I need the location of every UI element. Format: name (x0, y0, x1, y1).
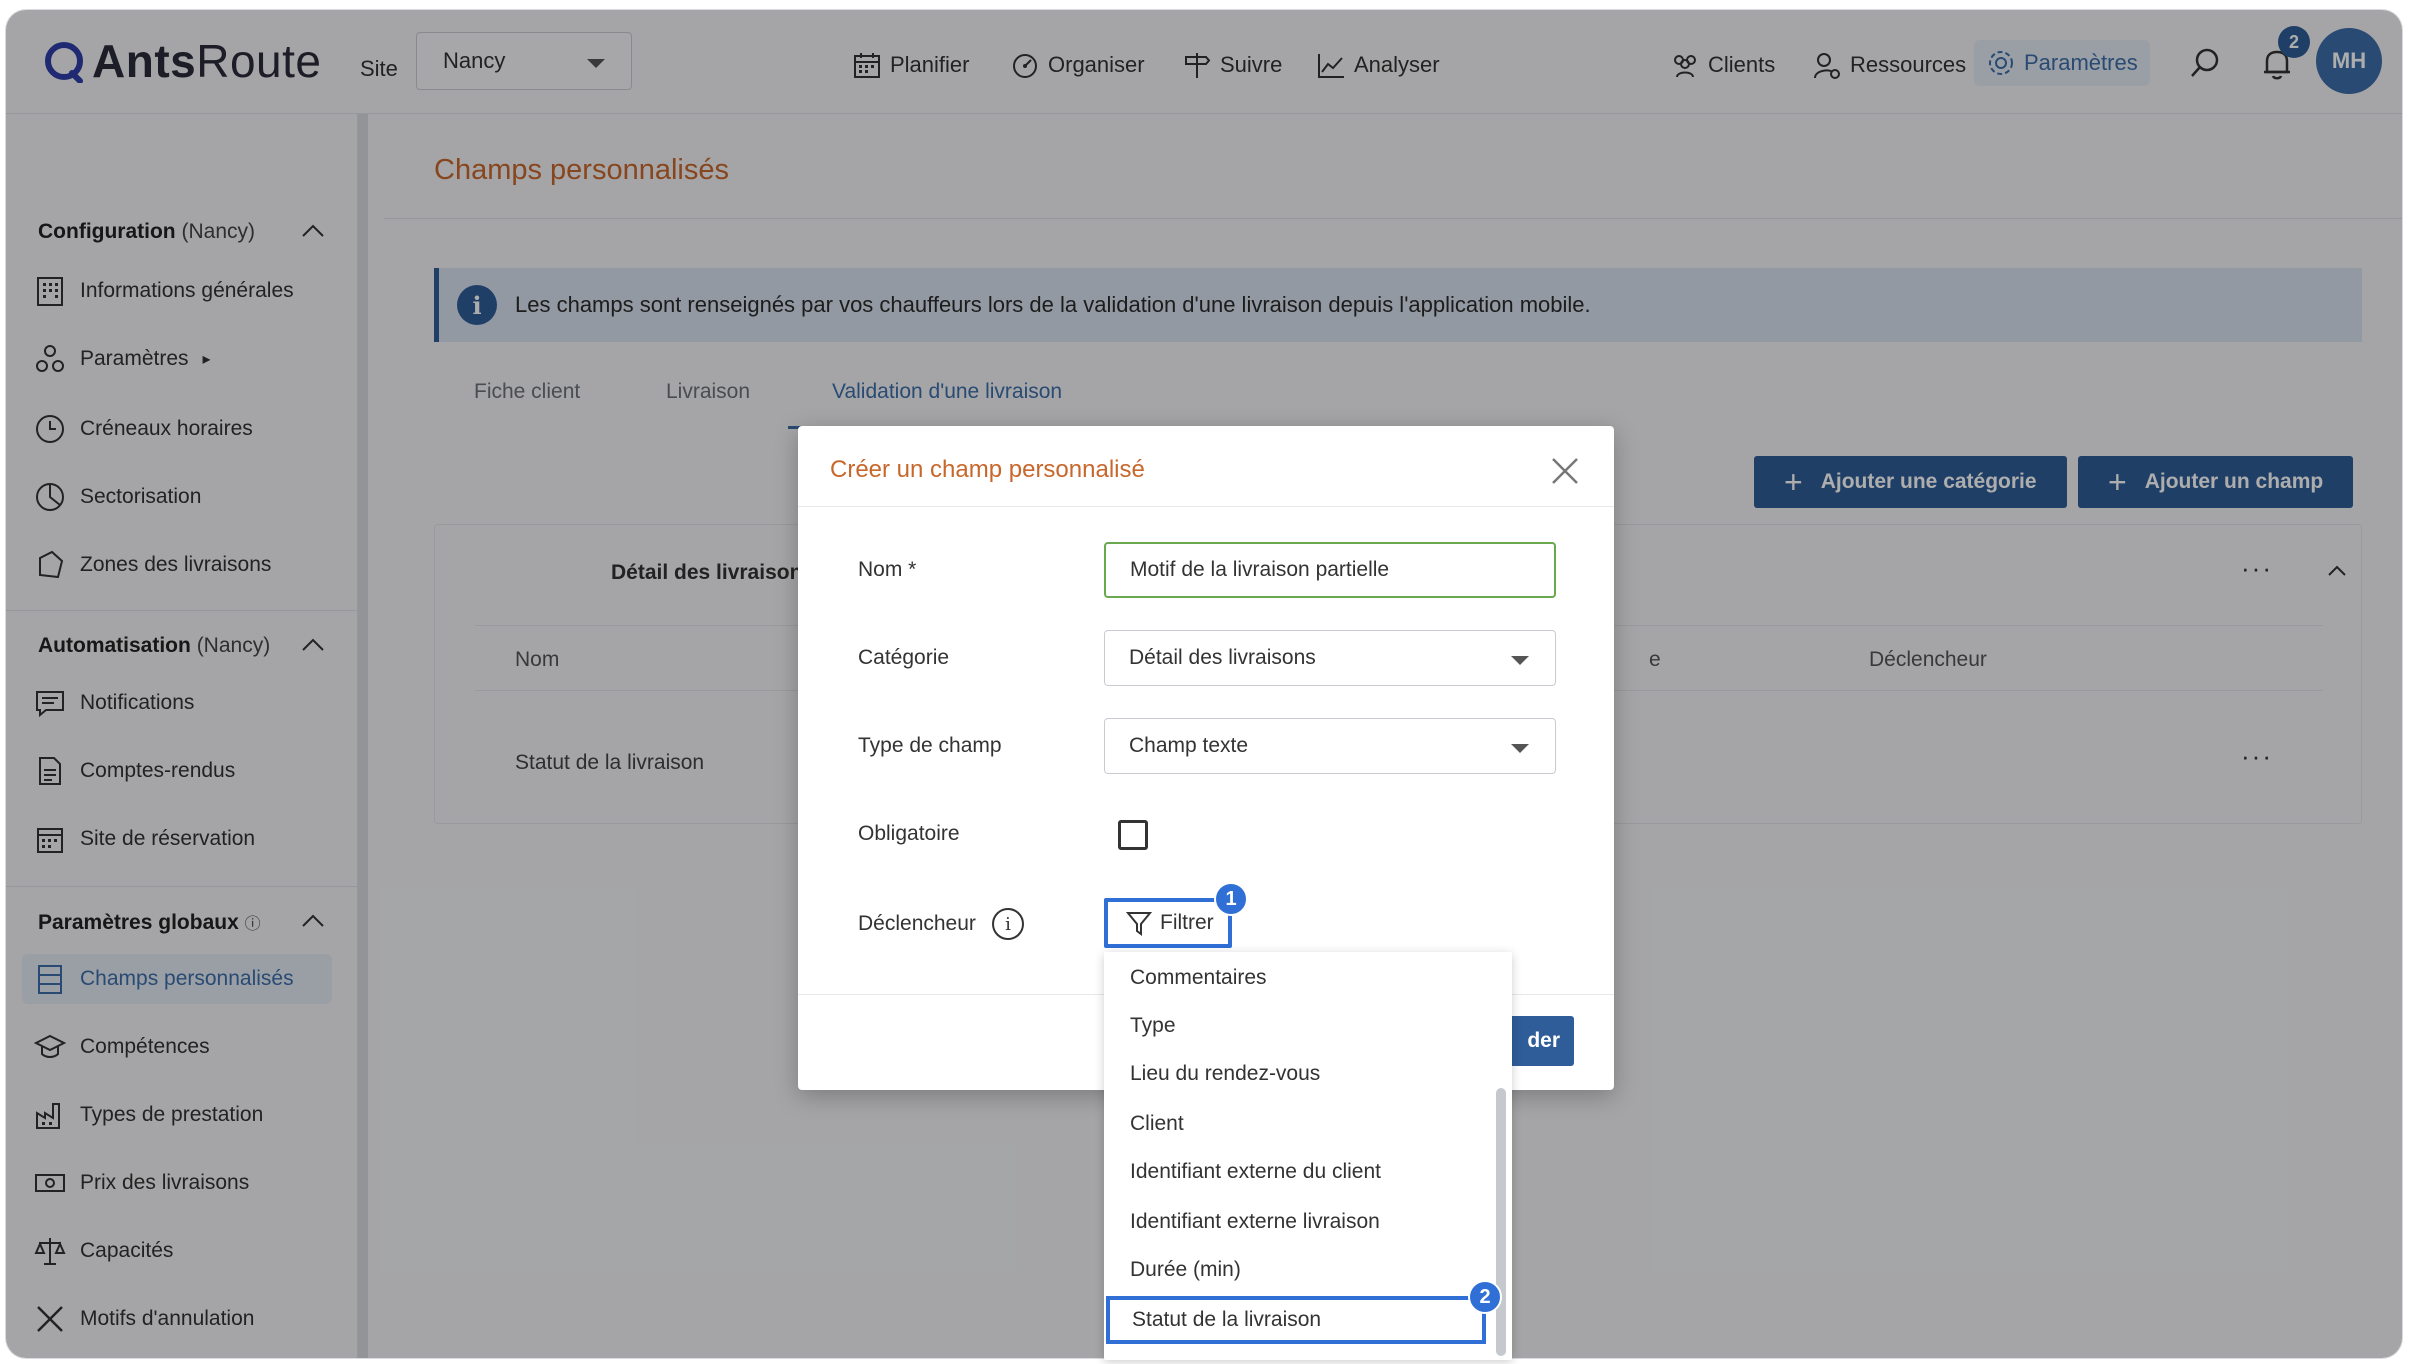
step-badge-2: 2 (1468, 1280, 1502, 1314)
step-badge-1: 1 (1214, 882, 1248, 916)
save-button-label: der (1527, 1029, 1560, 1052)
obligatoire-label: Obligatoire (858, 822, 960, 845)
type-select-value: Champ texte (1129, 734, 1249, 757)
chevron-down-icon (1511, 744, 1529, 753)
list-item[interactable]: Client (1104, 1100, 1484, 1148)
list-item[interactable]: Identifiant externe livraison (1104, 1198, 1484, 1246)
type-label: Type de champ (858, 734, 1002, 757)
obligatoire-checkbox[interactable] (1118, 820, 1148, 850)
list-item[interactable]: Identifiant externe du client (1104, 1148, 1484, 1196)
nom-input[interactable]: Motif de la livraison partielle (1104, 542, 1556, 598)
list-item[interactable]: Lieu du rendez-vous (1104, 1050, 1484, 1098)
categorie-label: Catégorie (858, 646, 950, 669)
chevron-down-icon (1511, 656, 1529, 665)
info-icon[interactable]: i (992, 908, 1024, 940)
categorie-select[interactable]: Détail des livraisons (1104, 630, 1556, 686)
nom-label: Nom * (858, 558, 917, 581)
filter-button[interactable]: Filtrer (1104, 898, 1232, 948)
list-item[interactable]: Type (1104, 1002, 1484, 1050)
dropdown-scrollbar[interactable] (1496, 1088, 1506, 1356)
declencheur-label: Déclencheur (858, 912, 976, 935)
funnel-icon (1126, 912, 1152, 936)
list-item[interactable]: Commentaires (1104, 954, 1484, 1002)
categorie-select-value: Détail des livraisons (1129, 646, 1316, 669)
list-item-selected[interactable]: Statut de la livraison (1106, 1296, 1486, 1344)
modal-title: Créer un champ personnalisé (830, 456, 1145, 483)
list-item[interactable]: Durée (min) (1104, 1246, 1484, 1294)
type-select[interactable]: Champ texte (1104, 718, 1556, 774)
filter-button-label: Filtrer (1160, 911, 1214, 934)
modal-divider (798, 506, 1614, 507)
trigger-dropdown: Commentaires Type Lieu du rendez-vous Cl… (1104, 952, 1512, 1360)
close-icon[interactable] (1550, 456, 1580, 486)
nom-input-value: Motif de la livraison partielle (1130, 558, 1390, 581)
